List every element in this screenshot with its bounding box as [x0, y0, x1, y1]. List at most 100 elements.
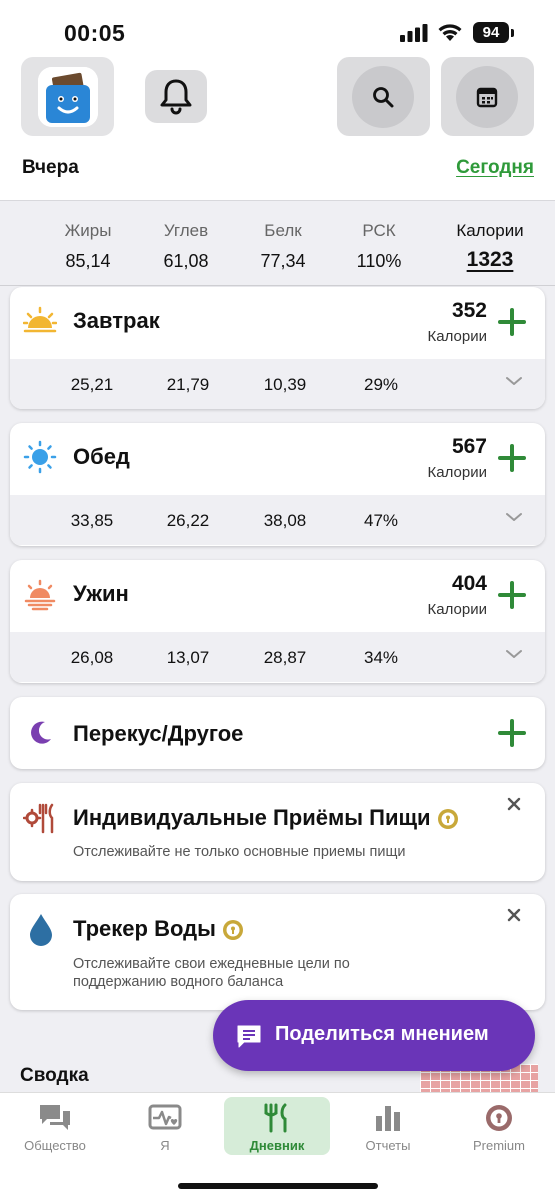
tab-diary[interactable]: Дневник — [224, 1097, 330, 1155]
bar-chart-icon — [376, 1106, 400, 1131]
meal-calories-label: Калории — [427, 328, 487, 345]
close-icon[interactable] — [507, 797, 521, 811]
meal-macros[interactable]: 33,85 26,22 38,08 47% — [10, 495, 545, 545]
sun-icon — [23, 440, 57, 474]
meal-rdi: 47% — [363, 511, 399, 530]
summary-fat-value: 85,14 — [65, 251, 111, 271]
app-logo-button[interactable] — [21, 57, 114, 136]
meal-name: Обед — [73, 444, 130, 469]
summary-rdi-label: РСК — [362, 221, 396, 240]
fork-knife-icon — [264, 1103, 287, 1133]
summary-calories-label: Калории — [456, 221, 524, 240]
home-indicator — [178, 1183, 378, 1189]
meal-macros[interactable]: 25,21 21,79 10,39 29% — [10, 359, 545, 409]
summary-carbs-label: Углев — [163, 221, 209, 240]
summary-carbs-value: 61,08 — [163, 251, 209, 271]
add-food-dinner-icon[interactable] — [497, 580, 527, 610]
summary-protein-label: Белк — [264, 221, 302, 240]
premium-lock-icon — [486, 1105, 512, 1131]
calendar-button[interactable] — [441, 57, 534, 136]
meal-header[interactable]: Завтрак 352 Калории — [10, 287, 545, 359]
promo-water-tracker[interactable]: Трекер Воды Отслеживайте свои ежедневные… — [10, 894, 545, 1010]
search-icon — [373, 87, 394, 108]
sunrise-icon — [23, 306, 57, 333]
tab-label: Premium — [472, 1138, 525, 1153]
meal-calories-label: Калории — [427, 464, 487, 481]
status-bar: 00:05 94 — [0, 0, 555, 60]
summary-calories-value[interactable]: 1323 — [445, 248, 535, 272]
add-food-lunch-icon[interactable] — [497, 443, 527, 473]
section-title-summary: Сводка — [20, 1065, 89, 1086]
meal-card-breakfast[interactable]: Завтрак 352 Калории 25,21 21,79 10,39 29… — [10, 287, 545, 409]
summary-fat-label: Жиры — [64, 221, 112, 240]
promo-title: Индивидуальные Приёмы Пищи — [73, 805, 459, 831]
meal-card-dinner[interactable]: Ужин 404 Калории 26,08 13,07 28,87 34% — [10, 560, 545, 683]
summary-protein: Белк 77,34 — [243, 221, 323, 272]
meal-carbs: 26,22 — [166, 511, 210, 530]
meal-macros[interactable]: 26,08 13,07 28,87 34% — [10, 632, 545, 682]
tab-label: Я — [160, 1138, 170, 1153]
tab-me[interactable]: Я — [112, 1097, 218, 1155]
share-feedback-label: Поделиться мнением — [275, 1023, 489, 1045]
wifi-icon — [438, 24, 462, 41]
promo-title: Трекер Воды — [73, 916, 244, 942]
daily-summary: Жиры 85,14 Углев 61,08 Белк 77,34 РСК 11… — [0, 200, 555, 286]
moon-icon — [31, 721, 51, 744]
chevron-down-icon[interactable] — [505, 511, 523, 523]
status-time: 00:05 — [64, 20, 126, 46]
tab-reports[interactable]: Отчеты — [335, 1097, 441, 1155]
meal-card-lunch[interactable]: Обед 567 Калории 33,85 26,22 38,08 47% — [10, 423, 545, 546]
close-icon[interactable] — [507, 908, 521, 922]
water-drop-icon — [30, 914, 52, 946]
meal-calories: 567 — [451, 435, 487, 458]
premium-lock-icon — [222, 920, 243, 941]
utensils-gear-icon — [23, 803, 54, 834]
battery-tip — [511, 29, 514, 37]
meal-name: Ужин — [73, 581, 129, 606]
meal-name: Завтрак — [73, 308, 160, 333]
share-feedback-button[interactable]: Поделиться мнением — [213, 1000, 535, 1071]
promo-title-text: Индивидуальные Приёмы Пищи — [73, 805, 431, 830]
summary-calories[interactable]: Калории 1323 — [445, 221, 535, 272]
today-link[interactable]: Сегодня — [456, 157, 534, 179]
meal-header[interactable]: Обед 567 Калории — [10, 423, 545, 495]
premium-lock-icon — [437, 809, 458, 830]
calendar-button-circle — [456, 66, 518, 128]
search-button[interactable] — [337, 57, 430, 136]
meal-carbs: 13,07 — [166, 648, 210, 667]
add-food-snack-icon[interactable] — [497, 718, 527, 748]
promo-description: Отслеживайте не только основные приемы п… — [73, 844, 406, 860]
battery-indicator: 94 — [473, 22, 509, 43]
chat-bubbles-icon — [40, 1105, 70, 1130]
meal-header[interactable]: Ужин 404 Калории — [10, 560, 545, 632]
meal-fat: 33,85 — [70, 511, 114, 530]
chevron-down-icon[interactable] — [505, 648, 523, 660]
tab-community[interactable]: Общество — [2, 1097, 108, 1155]
heart-monitor-icon — [148, 1104, 182, 1130]
tab-premium[interactable]: Premium — [446, 1097, 552, 1155]
meal-fat: 26,08 — [70, 648, 114, 667]
meal-protein: 28,87 — [263, 648, 307, 667]
sunset-icon — [24, 579, 56, 611]
meal-protein: 10,39 — [263, 375, 307, 394]
meal-name: Перекус/Другое — [73, 721, 244, 746]
promo-custom-meals[interactable]: Индивидуальные Приёмы Пищи Отслеживайте … — [10, 783, 545, 881]
summary-protein-value: 77,34 — [260, 251, 306, 271]
meal-calories: 352 — [451, 299, 487, 322]
tab-label: Дневник — [249, 1138, 305, 1153]
app-logo — [38, 67, 98, 127]
meal-card-snack[interactable]: Перекус/Другое — [10, 697, 545, 769]
bell-icon — [160, 79, 192, 115]
previous-day-link[interactable]: Вчера — [22, 157, 79, 179]
promo-description: Отслеживайте свои ежедневные цели по под… — [73, 956, 350, 990]
meal-carbs: 21,79 — [166, 375, 210, 394]
tab-label: Общество — [24, 1138, 86, 1153]
notifications-button[interactable] — [145, 70, 207, 123]
add-food-breakfast-icon[interactable] — [497, 307, 527, 337]
meal-calories-label: Калории — [427, 601, 487, 618]
summary-carbs: Углев 61,08 — [146, 221, 226, 272]
cellular-signal-icon — [400, 24, 428, 42]
comment-icon — [237, 1025, 261, 1048]
summary-fat: Жиры 85,14 — [48, 221, 128, 272]
chevron-down-icon[interactable] — [505, 375, 523, 387]
